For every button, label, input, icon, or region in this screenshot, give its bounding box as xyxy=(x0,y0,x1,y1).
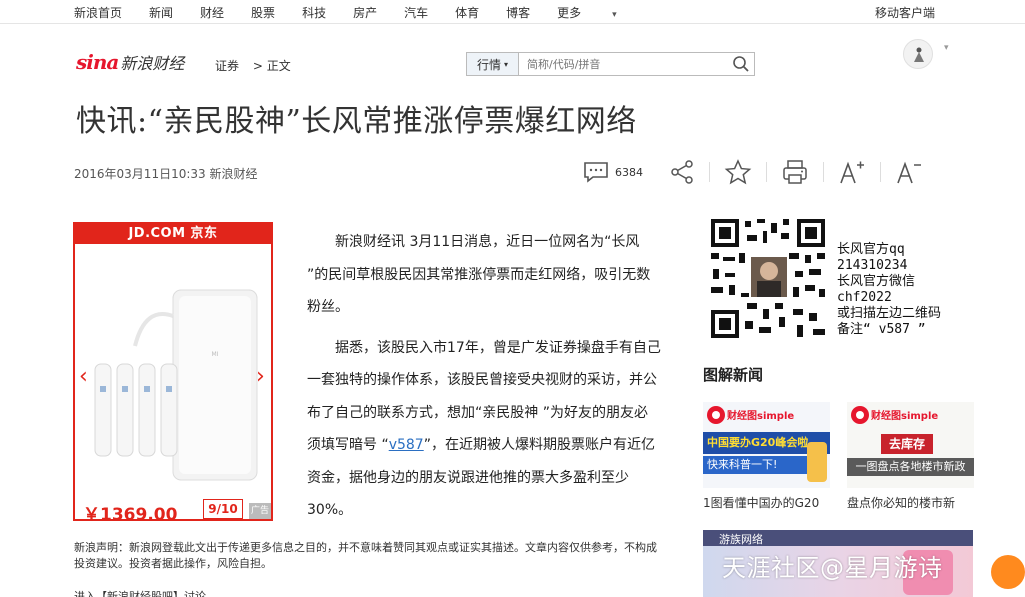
share-icon xyxy=(671,160,693,184)
tianya-watermark: 天涯社区@星月游诗 xyxy=(722,554,943,582)
nav-item-more[interactable]: 更多 ▾ xyxy=(557,4,644,21)
article-title: 快讯:“亲民股神”长风常推涨停票爆红网络 xyxy=(76,104,637,139)
contact-line: 长风官方qq xyxy=(837,242,905,257)
card-brand: 财经图simple xyxy=(727,411,795,422)
article-paragraph-1: 新浪财经讯 3月11日消息，近日一位网名为“长风 ”的民间草根股民因其常推涨停票… xyxy=(307,234,651,315)
graphic-news-caption-1[interactable]: 1图看懂中国办的G20 xyxy=(703,494,830,511)
mobile-client-link[interactable]: 移动客户端 xyxy=(875,4,935,21)
nav-item-stocks[interactable]: 股票 xyxy=(251,4,275,21)
quote-search-box: 行情 ▾ xyxy=(466,52,755,76)
top-nav: 新浪首页 新闻 财经 股票 科技 房产 汽车 体育 博客 更多 ▾ 移动客户端 xyxy=(0,0,1025,24)
sina-finance-logo[interactable]: sina 新浪财经 xyxy=(76,50,184,74)
toolbar-divider xyxy=(709,162,710,182)
font-decrease-button[interactable] xyxy=(895,158,923,186)
nav-item-news[interactable]: 新闻 xyxy=(149,4,173,21)
star-icon xyxy=(724,159,752,185)
contact-line: 备注“ v587 ” xyxy=(837,322,926,337)
contact-line: chf2022 xyxy=(837,290,892,305)
top-nav-items: 新浪首页 新闻 财经 股票 科技 房产 汽车 体育 博客 更多 ▾ xyxy=(74,4,671,21)
contact-line: 214310234 xyxy=(837,258,908,273)
comment-icon xyxy=(584,162,608,183)
graphic-news-card-1[interactable]: 财经图simple 中国要办G20峰会啦 快来科普一下! xyxy=(703,402,830,488)
user-icon xyxy=(914,47,924,62)
nav-item-home[interactable]: 新浪首页 xyxy=(74,4,122,21)
qr-code-image xyxy=(709,217,827,340)
sina-logo-mark: sina xyxy=(76,50,119,74)
sina-disclaimer: 新浪声明：新浪网登载此文出于传递更多信息之目的，并不意味着赞同其观点或证实其描述… xyxy=(74,541,657,570)
print-button[interactable] xyxy=(781,158,809,186)
font-increase-icon xyxy=(840,161,864,184)
breadcrumb-securities[interactable]: 证券 xyxy=(215,59,239,73)
sina-eye-icon xyxy=(707,406,725,424)
nav-item-blog[interactable]: 博客 xyxy=(506,4,530,21)
jd-ad-banner[interactable]: JD.COM 京东 MI ‹ › ￥1369.00 9/10 广告 xyxy=(73,222,273,525)
nav-more-label: 更多 xyxy=(557,6,582,20)
search-type-select[interactable]: 行情 ▾ xyxy=(467,53,519,75)
contact-info: 长风官方qq 214310234 长风官方微信 chf2022 或扫描左边二维码… xyxy=(837,242,941,338)
nav-item-tech[interactable]: 科技 xyxy=(302,4,326,21)
ad-badge: 广告 xyxy=(249,503,271,519)
card-brand: 财经图simple xyxy=(871,411,939,422)
nav-item-sports[interactable]: 体育 xyxy=(455,4,479,21)
article-body: 新浪财经讯 3月11日消息，近日一位网名为“长风 ”的民间草根股民因其常推涨停票… xyxy=(307,226,661,535)
ad-prev-arrow-icon[interactable]: ‹ xyxy=(79,364,88,389)
graphic-news-card-2[interactable]: 财经图simple 去库存 一图盘点各地楼市新政 xyxy=(847,402,974,488)
article-paragraph-2: 据悉，该股民入市17年，曾是广发证券操盘手有自己一套独特的操作体系，该股民曾接受… xyxy=(307,332,661,527)
sina-eye-icon xyxy=(851,406,869,424)
graphic-news-caption-2[interactable]: 盘点你必知的楼市新 xyxy=(847,494,974,511)
toolbar-divider xyxy=(766,162,767,182)
font-decrease-icon xyxy=(897,161,921,184)
card-sub: 快来科普一下! xyxy=(703,456,807,474)
nav-item-finance[interactable]: 财经 xyxy=(200,4,224,21)
nav-item-house[interactable]: 房产 xyxy=(353,4,377,21)
print-icon xyxy=(783,160,807,184)
article-toolbar: 6384 xyxy=(583,158,923,186)
ad-price: ￥1369.00 xyxy=(83,505,178,525)
search-input[interactable] xyxy=(519,53,728,75)
contact-line: 或扫描左边二维码 xyxy=(837,306,942,321)
breadcrumb: 证券 > 正文 xyxy=(215,57,301,74)
ad-next-arrow-icon[interactable]: › xyxy=(256,364,265,389)
comment-button[interactable]: 6384 xyxy=(583,161,663,183)
game-brand: 游族网络 xyxy=(719,533,763,546)
font-increase-button[interactable] xyxy=(838,158,866,186)
paragraph-2-text-a: 据悉，该股民入市17年，曾是广发证券操盘手有自己一套独特的操作体系，该股民曾接受… xyxy=(307,339,661,454)
graphic-news-heading: 图解新闻 xyxy=(703,366,764,384)
breadcrumb-current: > 正文 xyxy=(252,59,291,73)
favorite-button[interactable] xyxy=(724,159,752,185)
card-banner: 去库存 xyxy=(881,434,933,454)
nav-item-auto[interactable]: 汽车 xyxy=(404,4,428,21)
finance-logo-text: 新浪财经 xyxy=(120,54,185,73)
search-button[interactable] xyxy=(728,55,754,73)
jd-ad-header: JD.COM 京东 xyxy=(75,224,271,244)
chevron-down-icon: ▾ xyxy=(612,10,617,20)
user-avatar[interactable] xyxy=(903,39,933,69)
contact-line: 长风官方微信 xyxy=(837,274,916,289)
guba-entry-link[interactable]: 进入【新浪财经股吧】讨论 xyxy=(74,588,206,597)
cartoon-figure-image xyxy=(807,442,827,482)
toolbar-divider xyxy=(823,162,824,182)
code-word-link[interactable]: v587 xyxy=(389,437,424,453)
search-type-label: 行情 xyxy=(476,57,501,72)
article-meta: 2016年03月11日10:33 新浪财经 xyxy=(74,167,258,181)
chevron-down-icon[interactable]: ▾ xyxy=(944,43,949,53)
search-icon xyxy=(733,56,749,72)
card-sub: 一图盘点各地楼市新政 xyxy=(847,458,974,476)
share-button[interactable] xyxy=(669,159,695,185)
water-purifier-image: MI xyxy=(94,289,258,481)
svg-text:MI: MI xyxy=(212,351,219,358)
toolbar-divider xyxy=(880,162,881,182)
chevron-down-icon: ▾ xyxy=(504,59,509,69)
comment-count: 6384 xyxy=(615,165,643,179)
watermark-logo-icon xyxy=(991,555,1025,589)
ad-page-indicator: 9/10 xyxy=(203,499,243,519)
